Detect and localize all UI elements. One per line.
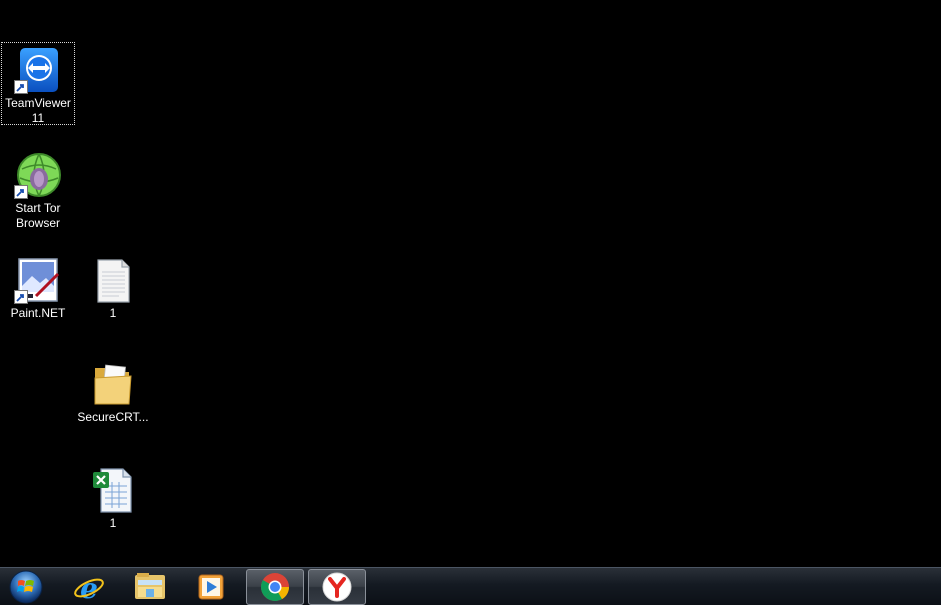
- folder-icon: [89, 360, 137, 408]
- shortcut-arrow-icon: [14, 80, 28, 94]
- paint-net-icon: [14, 256, 62, 304]
- desktop-icon-excel-file[interactable]: 1: [76, 462, 150, 531]
- shortcut-arrow-icon: [14, 290, 28, 304]
- desktop-icon-label: 1: [109, 516, 117, 530]
- desktop-icon-label: Start Tor Browser: [15, 201, 61, 230]
- desktop-icon-label: SecureCRT...: [77, 410, 149, 424]
- chrome-icon: [261, 573, 289, 601]
- windows-start-orb-icon: [9, 570, 43, 604]
- taskbar: e: [0, 567, 941, 605]
- taskbar-media-player[interactable]: [182, 569, 240, 605]
- desktop-icon-folder[interactable]: SecureCRT...: [76, 356, 150, 425]
- file-explorer-icon: [135, 573, 165, 599]
- tor-browser-icon: [14, 151, 62, 199]
- svg-text:e: e: [80, 572, 98, 603]
- desktop-icon-text-file[interactable]: 1: [76, 252, 150, 321]
- excel-file-icon: [89, 466, 137, 514]
- internet-explorer-icon: e: [74, 572, 104, 603]
- taskbar-yandex-browser[interactable]: [308, 569, 366, 605]
- yandex-browser-icon: [322, 572, 352, 602]
- media-player-icon: [198, 574, 224, 600]
- desktop[interactable]: TeamViewer 11 Start Tor Browser Paint.NE…: [0, 0, 941, 567]
- taskbar-chrome[interactable]: [246, 569, 304, 605]
- shortcut-arrow-icon: [14, 185, 28, 199]
- start-button[interactable]: [6, 569, 46, 605]
- desktop-icon-tor-browser[interactable]: Start Tor Browser: [1, 147, 75, 231]
- teamviewer-icon: [14, 46, 62, 94]
- desktop-icon-label: Paint.NET: [10, 306, 66, 320]
- taskbar-internet-explorer[interactable]: e: [60, 569, 118, 605]
- desktop-icon-teamviewer[interactable]: TeamViewer 11: [1, 42, 75, 125]
- taskbar-file-explorer[interactable]: [121, 569, 179, 605]
- desktop-icon-label: 1: [109, 306, 117, 320]
- text-file-icon: [89, 256, 137, 304]
- desktop-icon-label: TeamViewer 11: [5, 96, 71, 125]
- desktop-icon-paint-net[interactable]: Paint.NET: [1, 252, 75, 321]
